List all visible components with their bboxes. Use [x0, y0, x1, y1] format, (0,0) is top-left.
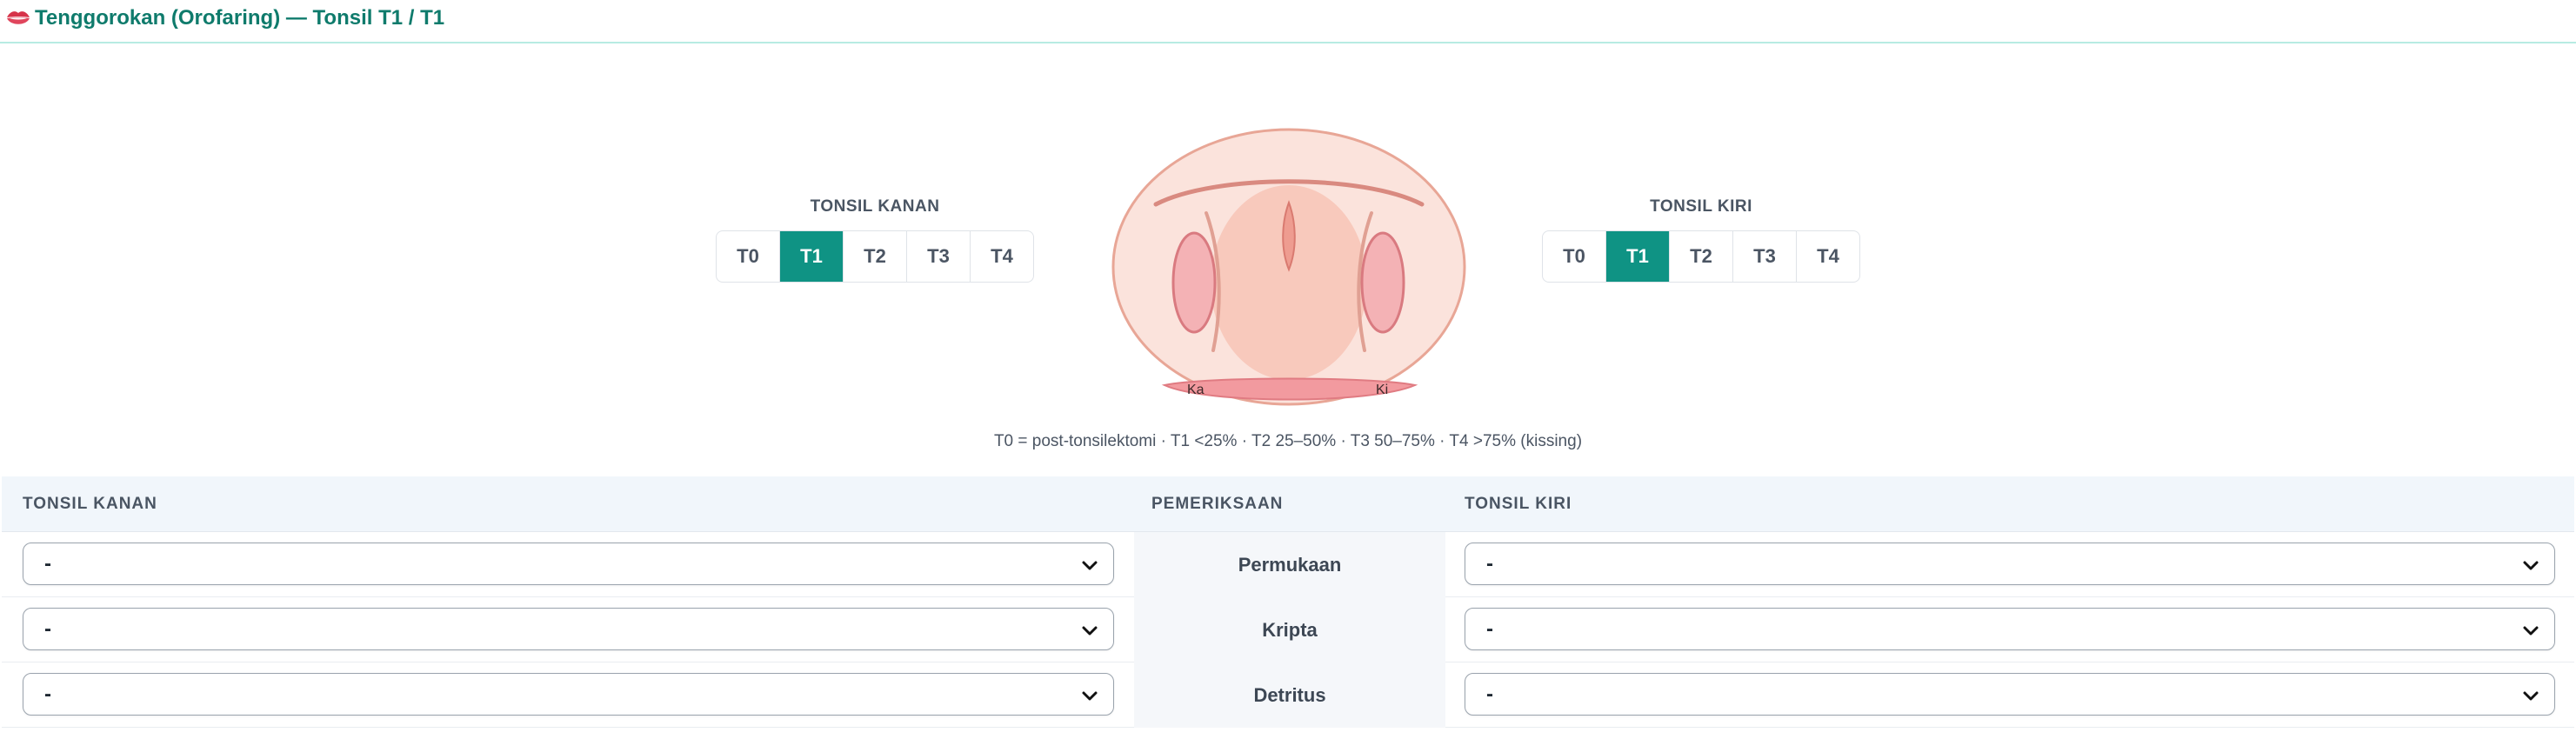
header-tonsil-left: TONSIL KIRI: [1465, 495, 1572, 513]
exam-label: Kripta: [1134, 597, 1445, 662]
kripta-left-select[interactable]: -: [1465, 608, 2555, 650]
tonsil-left-option-t3[interactable]: T3: [1733, 231, 1797, 282]
section-header: Tenggorokan (Orofaring) — Tonsil T1 / T1: [0, 0, 2576, 43]
diagram-label-right: Ka: [1187, 383, 1205, 397]
tonsil-exam-table: TONSIL KANAN PEMERIKSAAN TONSIL KIRI - P…: [2, 476, 2574, 728]
select-value: -: [1486, 682, 1493, 706]
tonsil-left-option-t4[interactable]: T4: [1797, 231, 1859, 282]
kripta-right-select[interactable]: -: [23, 608, 1114, 650]
tonsil-right-shape: [1171, 231, 1217, 334]
tonsil-left-option-t0[interactable]: T0: [1543, 231, 1606, 282]
table-row: - Permukaan -: [2, 532, 2574, 597]
mouth-lips-icon: [7, 11, 30, 24]
tonsil-left-option-t2[interactable]: T2: [1670, 231, 1733, 282]
tonsil-right-label: TONSIL KANAN: [810, 197, 940, 216]
chevron-down-icon: [1082, 561, 1098, 570]
tonsil-left-label: TONSIL KIRI: [1650, 197, 1752, 216]
select-value: -: [44, 616, 51, 641]
header-exam: PEMERIKSAAN: [1151, 495, 1284, 513]
tonsil-left-option-t1[interactable]: T1: [1606, 231, 1670, 282]
chevron-down-icon: [2523, 561, 2539, 570]
select-value: -: [1486, 616, 1493, 641]
select-value: -: [44, 682, 51, 706]
section-title: Tenggorokan (Orofaring) — Tonsil T1 / T1: [35, 6, 445, 30]
diagram-label-left: Ki: [1376, 383, 1388, 397]
chevron-down-icon: [1082, 691, 1098, 701]
detritus-left-select[interactable]: -: [1465, 673, 2555, 716]
tonsil-right-option-t2[interactable]: T2: [844, 231, 907, 282]
grading-legend: T0 = post-tonsilektomi · T1 <25% · T2 25…: [993, 432, 1583, 450]
chevron-down-icon: [2523, 691, 2539, 701]
detritus-right-select[interactable]: -: [23, 673, 1114, 716]
table-row: - Detritus -: [2, 662, 2574, 728]
tonsil-left-grade-selector: T0 T1 T2 T3 T4: [1542, 230, 1860, 283]
permukaan-left-select[interactable]: -: [1465, 543, 2555, 585]
permukaan-right-select[interactable]: -: [23, 543, 1114, 585]
exam-label: Detritus: [1134, 662, 1445, 728]
header-tonsil-right: TONSIL KANAN: [23, 495, 157, 513]
tonsil-right-grade-selector: T0 T1 T2 T3 T4: [716, 230, 1034, 283]
select-value: -: [1486, 551, 1493, 576]
select-value: -: [44, 551, 51, 576]
tonsil-right-option-t3[interactable]: T3: [907, 231, 971, 282]
chevron-down-icon: [1082, 626, 1098, 636]
tonsil-right-option-t1[interactable]: T1: [780, 231, 844, 282]
table-header: TONSIL KANAN PEMERIKSAAN TONSIL KIRI: [2, 476, 2574, 532]
tonsil-left-shape: [1360, 231, 1405, 334]
table-row: - Kripta -: [2, 597, 2574, 662]
tonsil-right-option-t0[interactable]: T0: [717, 231, 780, 282]
chevron-down-icon: [2523, 626, 2539, 636]
tonsil-right-option-t4[interactable]: T4: [971, 231, 1033, 282]
exam-label: Permukaan: [1134, 532, 1445, 597]
oropharynx-diagram: Ka Ki: [1111, 128, 1466, 406]
